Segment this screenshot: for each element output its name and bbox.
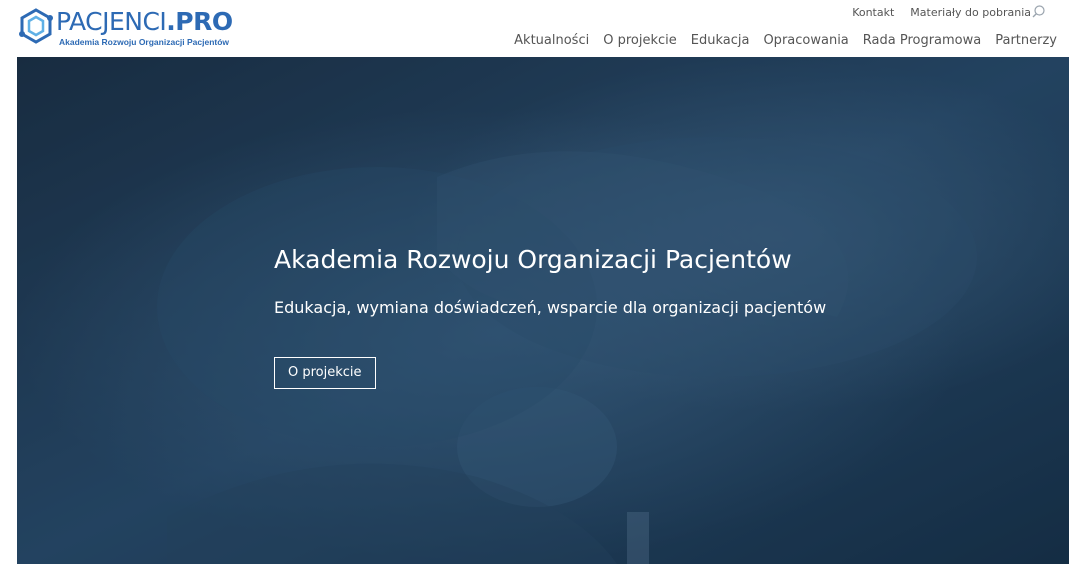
top-links: Kontakt Materiały do pobrania bbox=[852, 4, 1031, 20]
nav-item-aktualnosci[interactable]: Aktualności bbox=[514, 33, 589, 48]
downloads-link[interactable]: Materiały do pobrania bbox=[910, 6, 1031, 19]
nav-item-o-projekcie[interactable]: O projekcie bbox=[603, 33, 677, 48]
logo-wordmark: PACJENCI.PRO bbox=[56, 8, 233, 36]
search-icon[interactable] bbox=[1032, 5, 1045, 18]
nav-item-opracowania[interactable]: Opracowania bbox=[763, 33, 848, 48]
hero-title: Akademia Rozwoju Organizacji Pacjentów bbox=[274, 245, 792, 274]
hero-subtitle: Edukacja, wymiana doświadczeń, wsparcie … bbox=[274, 298, 827, 317]
logo-name-bold: .PRO bbox=[166, 7, 233, 36]
site-header: PACJENCI.PRO Akademia Rozwoju Organizacj… bbox=[0, 0, 1069, 57]
nav-item-partnerzy[interactable]: Partnerzy bbox=[995, 33, 1057, 48]
nav-item-edukacja[interactable]: Edukacja bbox=[691, 33, 750, 48]
main-nav: Aktualności O projekcie Edukacja Opracow… bbox=[514, 33, 1057, 48]
hero-banner: Akademia Rozwoju Organizacji Pacjentów E… bbox=[17, 57, 1069, 564]
hexagon-link-icon bbox=[19, 8, 53, 44]
logo-tagline: Akademia Rozwoju Organizacji Pacjentów bbox=[59, 37, 230, 47]
site-logo[interactable]: PACJENCI.PRO Akademia Rozwoju Organizacj… bbox=[18, 6, 268, 52]
about-project-button[interactable]: O projekcie bbox=[274, 357, 376, 389]
contact-link[interactable]: Kontakt bbox=[852, 6, 894, 19]
logo-name-light: PACJENCI bbox=[56, 7, 167, 36]
nav-item-rada-programowa[interactable]: Rada Programowa bbox=[863, 33, 981, 48]
